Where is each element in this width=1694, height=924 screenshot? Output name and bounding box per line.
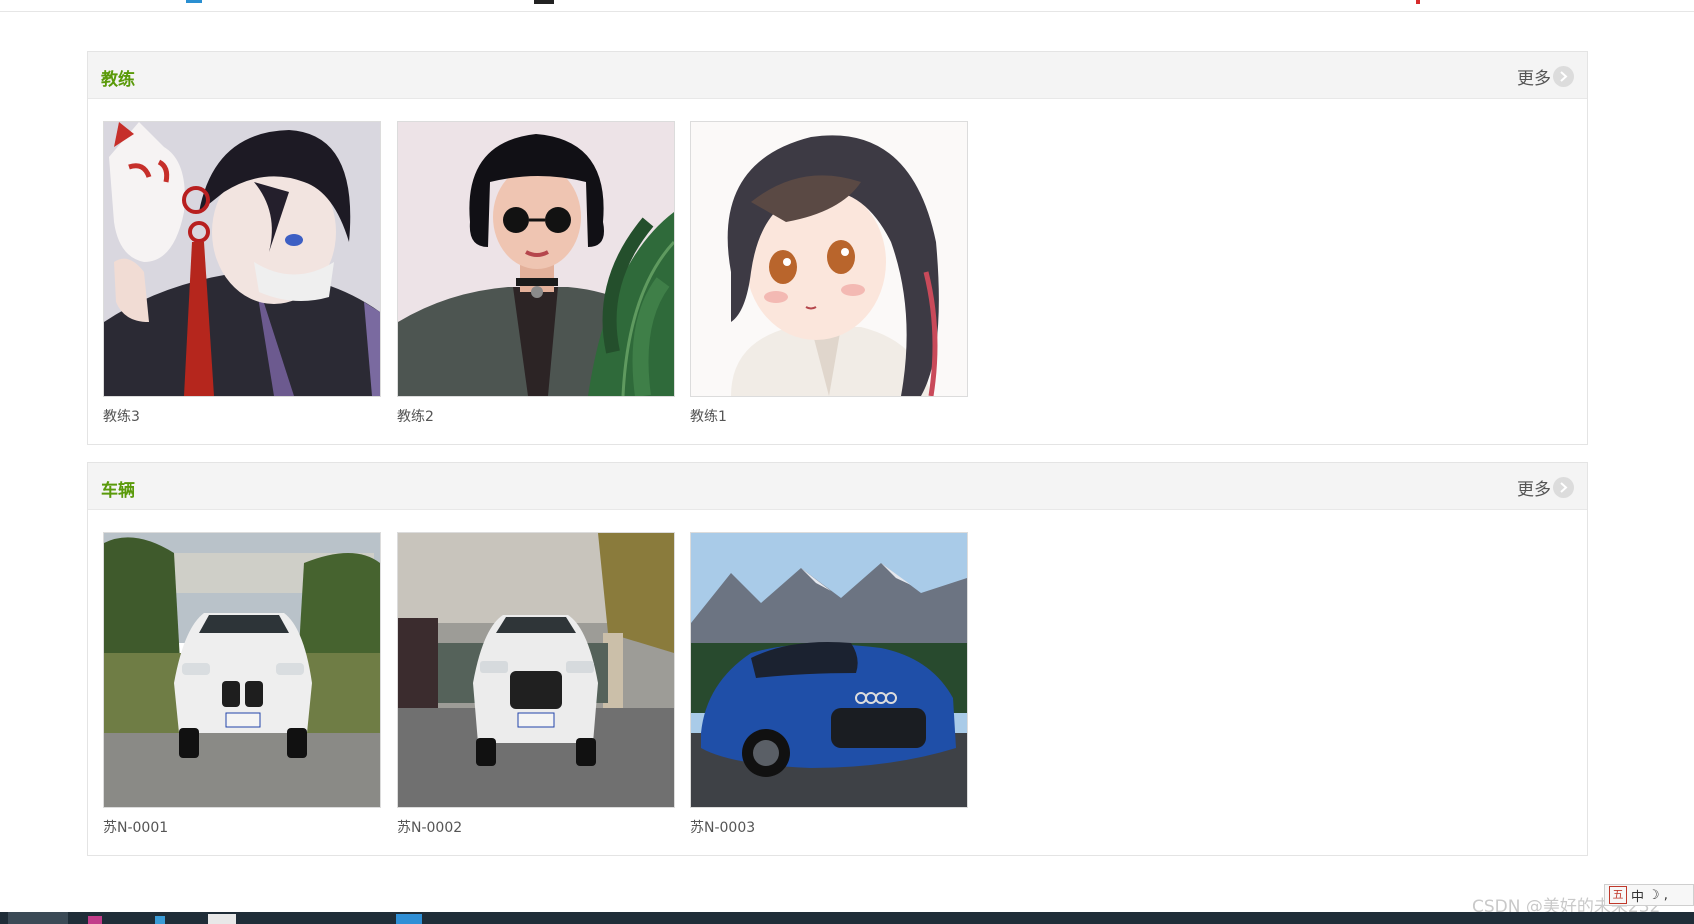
taskbar-app-icon[interactable]: [155, 916, 165, 924]
coach-card[interactable]: 教练2: [397, 121, 675, 426]
vehicle-photo[interactable]: [397, 532, 675, 808]
coach-photo[interactable]: [103, 121, 381, 397]
vehicle-photo[interactable]: [103, 532, 381, 808]
taskbar: [0, 912, 1694, 924]
vehicle-plate: 苏N-0001: [103, 820, 169, 836]
coach-photo[interactable]: [690, 121, 968, 397]
more-label: 更多: [1517, 480, 1551, 500]
more-label: 更多: [1517, 69, 1551, 89]
tab-icon-fragment: [186, 0, 202, 3]
vehicle-panel: 车辆 更多 苏N-0001 苏N-0002 苏N-0003: [87, 462, 1588, 856]
coach-card[interactable]: 教练3: [103, 121, 381, 426]
chevron-right-icon: [1553, 66, 1574, 87]
more-link[interactable]: 更多: [1517, 475, 1574, 500]
section-title: 车辆: [101, 481, 135, 501]
coach-panel: 教练 更多 教练3 教练2 教练1: [87, 51, 1588, 445]
browser-top-edge: [0, 0, 1694, 12]
coach-name: 教练1: [690, 409, 727, 425]
vehicle-card[interactable]: 苏N-0001: [103, 532, 381, 837]
ime-extra[interactable]: ☽ ,: [1648, 888, 1668, 903]
vehicle-photo[interactable]: [690, 532, 968, 808]
taskbar-app-icon[interactable]: [396, 914, 422, 924]
taskbar-app-icon[interactable]: [88, 916, 102, 924]
coach-photo[interactable]: [397, 121, 675, 397]
tab-icon-fragment: [534, 0, 554, 4]
vehicle-plate: 苏N-0002: [397, 820, 463, 836]
vehicle-list: 苏N-0001 苏N-0002 苏N-0003: [88, 510, 1587, 855]
more-link[interactable]: 更多: [1517, 64, 1574, 89]
ime-logo-icon: 五: [1609, 886, 1627, 904]
coach-name: 教练3: [103, 409, 140, 425]
tab-icon-fragment: [1416, 0, 1420, 4]
coach-panel-header: 教练 更多: [88, 52, 1587, 99]
coach-list: 教练3 教练2 教练1: [88, 99, 1587, 444]
chevron-right-icon: [1553, 477, 1574, 498]
section-title: 教练: [101, 70, 135, 90]
taskbar-app-icon[interactable]: [208, 914, 236, 924]
coach-name: 教练2: [397, 409, 434, 425]
vehicle-plate: 苏N-0003: [690, 820, 756, 836]
coach-card[interactable]: 教练1: [690, 121, 968, 426]
ime-toolbar[interactable]: 五 中 ☽ ,: [1604, 884, 1694, 906]
start-button[interactable]: [8, 912, 68, 924]
vehicle-card[interactable]: 苏N-0002: [397, 532, 675, 837]
ime-mode[interactable]: 中: [1631, 886, 1644, 905]
vehicle-panel-header: 车辆 更多: [88, 463, 1587, 510]
vehicle-card[interactable]: 苏N-0003: [690, 532, 968, 837]
